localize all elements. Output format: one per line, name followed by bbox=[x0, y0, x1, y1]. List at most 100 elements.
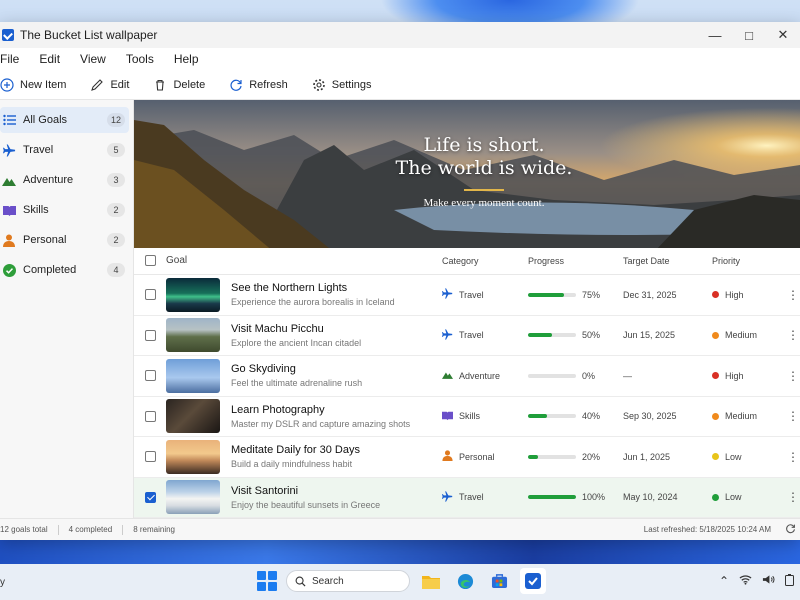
priority-dot bbox=[712, 453, 719, 461]
menu-edit[interactable]: Edit bbox=[39, 52, 68, 66]
gear-icon bbox=[312, 78, 325, 91]
airplane-icon bbox=[442, 288, 459, 301]
table-row[interactable]: Meditate Daily for 30 Days Build a daily… bbox=[134, 437, 800, 478]
battery-icon[interactable] bbox=[785, 574, 794, 589]
table-row[interactable]: See the Northern Lights Experience the a… bbox=[134, 275, 800, 316]
refresh-button[interactable]: Refresh bbox=[229, 78, 288, 92]
goal-thumbnail bbox=[166, 318, 220, 353]
goal-thumbnail bbox=[166, 480, 220, 515]
col-target-date[interactable]: Target Date bbox=[623, 256, 712, 266]
volume-icon[interactable] bbox=[762, 574, 775, 589]
more-options-icon[interactable]: ⋮ bbox=[787, 409, 799, 423]
progress-label: 50% bbox=[582, 330, 601, 341]
col-category[interactable]: Category bbox=[442, 256, 528, 266]
chevron-up-icon[interactable]: ⌃ bbox=[719, 574, 729, 589]
sidebar-item-skills[interactable]: Skills 2 bbox=[0, 197, 129, 223]
menu-file[interactable]: File bbox=[0, 52, 27, 66]
col-progress[interactable]: Progress bbox=[528, 256, 623, 266]
progress-bar bbox=[528, 495, 576, 500]
taskbar-widget-text[interactable]: y bbox=[0, 577, 5, 588]
mountain-icon bbox=[2, 173, 16, 187]
sidebar-item-all-goals[interactable]: All Goals 12 bbox=[0, 107, 129, 133]
menu-help[interactable]: Help bbox=[174, 52, 207, 66]
progress-bar bbox=[528, 373, 576, 378]
category-label: Personal bbox=[459, 451, 495, 462]
more-options-icon[interactable]: ⋮ bbox=[787, 450, 799, 464]
target-date: Jun 1, 2025 bbox=[623, 451, 671, 462]
more-options-icon[interactable]: ⋮ bbox=[787, 490, 799, 504]
category-label: Travel bbox=[459, 330, 484, 341]
row-checkbox[interactable] bbox=[144, 491, 156, 503]
mountain-icon bbox=[442, 369, 459, 382]
col-priority[interactable]: Priority bbox=[712, 256, 787, 266]
edit-button[interactable]: Edit bbox=[90, 78, 129, 92]
more-options-icon[interactable]: ⋮ bbox=[787, 288, 799, 302]
maximize-button[interactable]: □ bbox=[732, 22, 766, 48]
more-options-icon[interactable]: ⋮ bbox=[787, 328, 799, 342]
store-icon[interactable] bbox=[486, 568, 512, 594]
target-date: Jun 15, 2025 bbox=[623, 330, 676, 341]
row-checkbox[interactable] bbox=[144, 410, 156, 422]
count-badge: 3 bbox=[107, 173, 125, 187]
status-remaining: 8 remaining bbox=[133, 525, 175, 534]
sync-icon[interactable] bbox=[785, 523, 796, 536]
target-date: — bbox=[623, 370, 632, 381]
table-row[interactable]: Visit Santorini Enjoy the beautiful suns… bbox=[134, 477, 800, 518]
table-row[interactable]: Go Skydiving Feel the ultimate adrenalin… bbox=[134, 356, 800, 397]
bucket-list-app-icon[interactable] bbox=[520, 568, 546, 594]
file-explorer-icon[interactable] bbox=[418, 568, 444, 594]
delete-button[interactable]: Delete bbox=[153, 78, 205, 92]
table-row[interactable]: Learn Photography Master my DSLR and cap… bbox=[134, 397, 800, 437]
sidebar-item-travel[interactable]: Travel 5 bbox=[0, 137, 129, 163]
more-options-icon[interactable]: ⋮ bbox=[787, 369, 799, 383]
category-label: Travel bbox=[459, 492, 484, 503]
menu-view[interactable]: View bbox=[80, 52, 114, 66]
row-checkbox[interactable] bbox=[144, 289, 156, 301]
title-bar[interactable]: The Bucket List wallpaper — □ ✕ bbox=[0, 22, 800, 48]
priority-label: Medium bbox=[725, 411, 758, 422]
close-button[interactable]: ✕ bbox=[766, 22, 800, 48]
new-item-button[interactable]: New Item bbox=[0, 77, 66, 92]
refresh-label: Refresh bbox=[249, 78, 288, 91]
target-date: Dec 31, 2025 bbox=[623, 289, 677, 300]
col-goal[interactable]: Goal bbox=[166, 255, 442, 266]
taskbar-search[interactable]: Search bbox=[286, 570, 410, 592]
target-date: Sep 30, 2025 bbox=[623, 411, 677, 422]
goal-thumbnail bbox=[166, 399, 220, 434]
select-all-checkbox[interactable] bbox=[144, 255, 156, 267]
count-badge: 2 bbox=[107, 203, 125, 217]
progress-label: 20% bbox=[582, 451, 601, 462]
start-button[interactable] bbox=[256, 570, 278, 592]
sidebar-item-personal[interactable]: Personal 2 bbox=[0, 227, 129, 253]
banner-subtitle: Make every moment count. bbox=[423, 197, 545, 209]
row-checkbox[interactable] bbox=[144, 451, 156, 463]
hero-banner: Life is short. The world is wide. Make e… bbox=[134, 100, 800, 248]
menu-tools[interactable]: Tools bbox=[126, 52, 162, 66]
main-panel: Life is short. The world is wide. Make e… bbox=[134, 100, 800, 518]
person-icon bbox=[2, 233, 16, 247]
progress-label: 100% bbox=[582, 492, 606, 503]
sidebar-item-completed[interactable]: Completed 4 bbox=[0, 257, 129, 283]
table-row[interactable]: Visit Machu Picchu Explore the ancient I… bbox=[134, 316, 800, 356]
category-label: Travel bbox=[459, 289, 484, 300]
row-checkbox[interactable] bbox=[144, 370, 156, 382]
airplane-icon bbox=[442, 491, 459, 504]
edit-label: Edit bbox=[110, 78, 130, 91]
count-badge: 4 bbox=[107, 263, 125, 277]
settings-button[interactable]: Settings bbox=[312, 78, 372, 92]
sidebar-item-adventure[interactable]: Adventure 3 bbox=[0, 167, 129, 193]
toolbar: New Item Edit Delete Refresh Settings bbox=[0, 70, 800, 100]
priority-label: High bbox=[725, 370, 744, 381]
edge-browser-icon[interactable] bbox=[452, 568, 478, 594]
minimize-button[interactable]: — bbox=[698, 22, 732, 48]
window-title: The Bucket List wallpaper bbox=[20, 28, 158, 42]
wifi-icon[interactable] bbox=[739, 574, 752, 589]
delete-label: Delete bbox=[173, 78, 206, 91]
priority-dot bbox=[712, 331, 719, 339]
refresh-icon bbox=[230, 79, 242, 91]
airplane-icon bbox=[2, 143, 16, 157]
priority-label: Low bbox=[725, 492, 742, 503]
status-completed: 4 completed bbox=[68, 525, 113, 534]
priority-label: Low bbox=[725, 451, 742, 462]
row-checkbox[interactable] bbox=[144, 329, 156, 341]
